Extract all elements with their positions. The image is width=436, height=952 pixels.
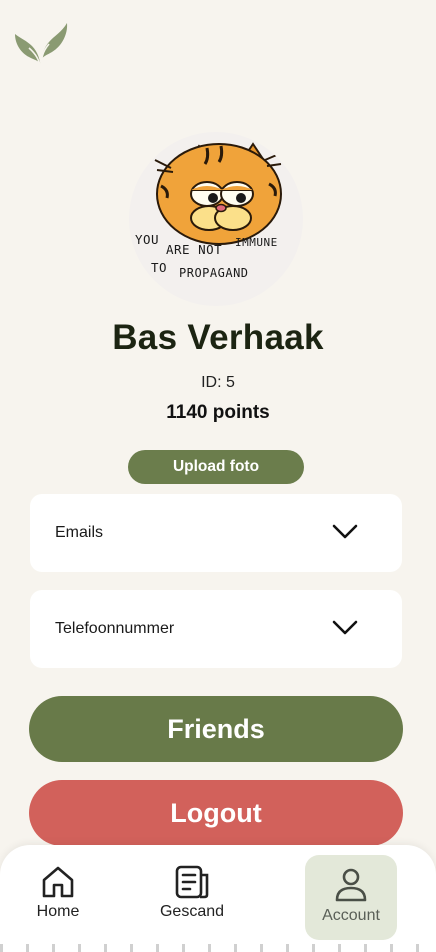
emails-dropdown-label: Emails — [55, 524, 104, 541]
chevron-down-icon[interactable] — [332, 620, 358, 636]
logout-button[interactable]: Logout — [29, 780, 403, 846]
user-icon — [335, 868, 367, 902]
scanned-list-icon — [175, 865, 209, 899]
nav-account-label: Account — [322, 907, 380, 924]
profile-points: 1140 points — [166, 402, 270, 423]
bottom-navigation: Home Gescand Account — [0, 845, 436, 952]
phone-dropdown[interactable]: Telefoonnummer — [30, 590, 402, 668]
nav-home-label: Home — [36, 903, 80, 920]
bottom-edge-decoration — [0, 944, 436, 952]
leaf-logo-icon — [15, 23, 68, 69]
emails-dropdown[interactable]: Emails — [30, 494, 402, 572]
avatar-caption-to: TO — [151, 260, 168, 275]
avatar-caption-you: YOU — [135, 232, 160, 247]
nav-gescand-label: Gescand — [159, 903, 225, 920]
nav-account[interactable]: Account — [305, 855, 397, 940]
nav-gescand[interactable]: Gescand — [150, 865, 234, 921]
upload-photo-button[interactable]: Upload foto — [128, 450, 304, 484]
phone-dropdown-label: Telefoonnummer — [55, 620, 175, 637]
profile-avatar: YOU ARE NOT IMMUNE TO PROPAGAND — [129, 132, 303, 306]
avatar-caption-are-not: ARE NOT — [166, 242, 223, 257]
friends-button[interactable]: Friends — [29, 696, 403, 762]
home-icon — [42, 866, 74, 898]
profile-name: Bas Verhaak — [112, 318, 324, 357]
avatar-caption-immune: IMMUNE — [235, 236, 278, 249]
avatar-caption-propaganda: PROPAGAND — [179, 266, 249, 280]
profile-id: ID: 5 — [201, 374, 235, 391]
chevron-down-icon[interactable] — [332, 524, 358, 540]
nav-home[interactable]: Home — [24, 865, 92, 921]
